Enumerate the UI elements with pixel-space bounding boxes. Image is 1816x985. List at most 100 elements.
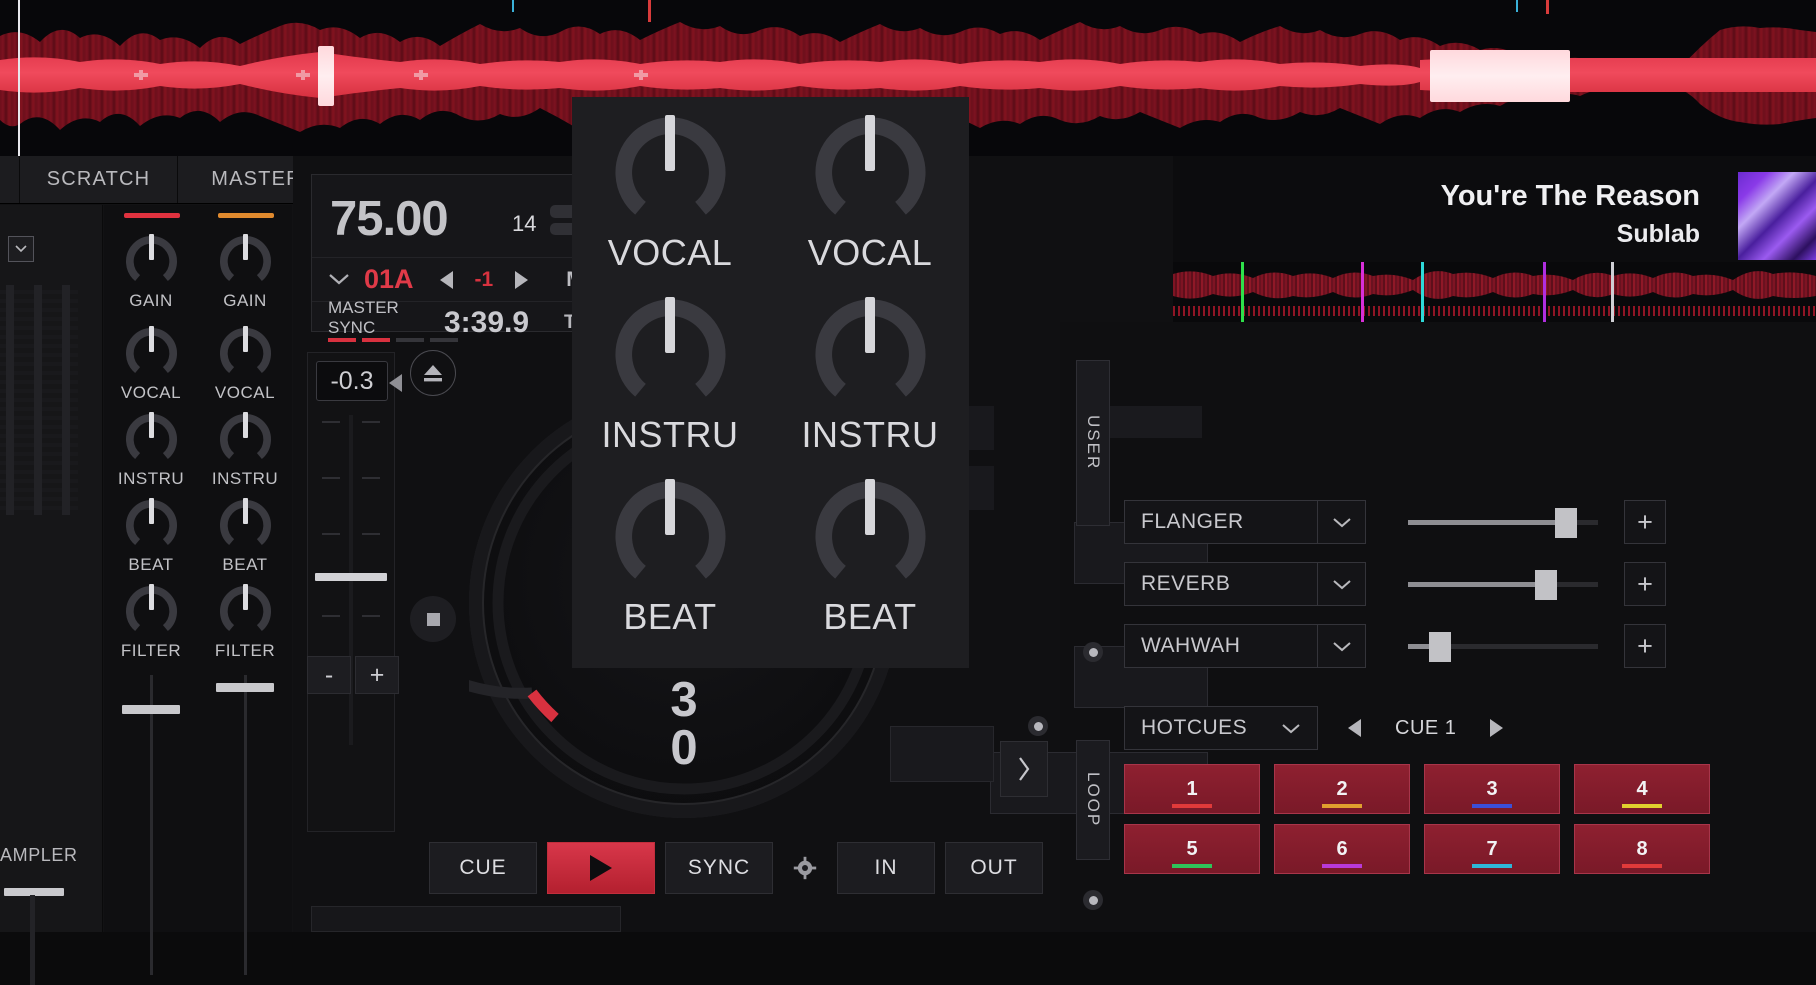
pad-label: 6 — [1336, 837, 1348, 860]
pitch-readout[interactable]: -0.3 — [316, 361, 388, 401]
bpm-value[interactable]: 75.00 — [330, 191, 449, 247]
knob-body[interactable] — [217, 233, 274, 290]
cue-bank-prev-button[interactable] — [1348, 719, 1361, 737]
eject-button[interactable] — [410, 350, 456, 396]
pad-mode-chevron[interactable] — [1281, 723, 1301, 734]
sync-button[interactable]: SYNC — [665, 842, 773, 894]
deck-b-waveform[interactable] — [1173, 262, 1816, 322]
fx-slot-3-select[interactable]: WAHWAH — [1124, 624, 1318, 668]
knob-instru-a[interactable]: INSTRU — [104, 411, 198, 499]
level-meter-grid — [0, 285, 78, 515]
fx-slot-2-chevron[interactable] — [1318, 562, 1366, 606]
hotcue-pad[interactable]: 2 — [1274, 764, 1410, 814]
loop-size-display[interactable] — [890, 726, 994, 782]
hotcue-pad[interactable]: 3 — [1424, 764, 1560, 814]
loop-out-button[interactable]: OUT — [945, 842, 1043, 894]
overlay-knob-beat-left[interactable]: BEAT — [590, 475, 750, 638]
loop-in-button[interactable]: IN — [837, 842, 935, 894]
knob-body[interactable] — [609, 111, 732, 234]
knob-body[interactable] — [123, 497, 180, 554]
overlay-knob-vocal-right[interactable]: VOCAL — [790, 111, 950, 274]
fx-slot-radio[interactable] — [1028, 716, 1048, 736]
pitch-minus-button[interactable]: - — [307, 656, 351, 694]
fx-slot-1-chevron[interactable] — [1318, 500, 1366, 544]
hotcue-pad[interactable]: 6 — [1274, 824, 1410, 874]
stop-button[interactable] — [410, 596, 456, 642]
knob-vocal-a[interactable]: VOCAL — [104, 325, 198, 413]
fx-user-radio[interactable] — [1083, 642, 1103, 662]
overlay-knob-instru-right[interactable]: INSTRU — [790, 293, 950, 456]
fx-slot-2-add-button[interactable]: + — [1624, 562, 1666, 606]
knob-label: FILTER — [120, 641, 182, 660]
channel-a-fader-track[interactable] — [150, 675, 153, 975]
deck-settings-button[interactable] — [783, 842, 827, 894]
knob-filter-a[interactable]: FILTER — [104, 583, 198, 671]
knob-body[interactable] — [217, 411, 274, 468]
overlay-knob-instru-left[interactable]: INSTRU — [590, 293, 750, 456]
fx-slot-3-amount-slider[interactable] — [1408, 624, 1598, 668]
hotcue-pad[interactable]: 7 — [1424, 824, 1560, 874]
hotcue-pad[interactable]: 5 — [1124, 824, 1260, 874]
tab-scratch[interactable]: SCRATCH — [20, 156, 178, 203]
key-down-button[interactable] — [439, 270, 453, 289]
knob-body[interactable] — [809, 293, 932, 416]
knob-body[interactable] — [123, 325, 180, 382]
channel-b-fader-cap[interactable] — [216, 683, 274, 692]
sampler-volume-track[interactable] — [30, 895, 35, 985]
knob-beat-b[interactable]: BEAT — [198, 497, 292, 585]
play-button[interactable] — [547, 842, 655, 894]
fx-slot-1-add-button[interactable]: + — [1624, 500, 1666, 544]
knob-body[interactable] — [609, 475, 732, 598]
hotcue-pad[interactable]: 8 — [1574, 824, 1710, 874]
knob-body[interactable] — [217, 583, 274, 640]
knob-body[interactable] — [123, 583, 180, 640]
slider-cap[interactable] — [1535, 570, 1557, 600]
knob-body[interactable] — [609, 293, 732, 416]
fx-slot-3-add-button[interactable]: + — [1624, 624, 1666, 668]
knob-body[interactable] — [123, 411, 180, 468]
knob-vocal-b[interactable]: VOCAL — [198, 325, 292, 413]
knob-body[interactable] — [217, 325, 274, 382]
channel-a-fader-cap[interactable] — [122, 705, 180, 714]
fx-slot-1-select[interactable]: FLANGER — [1124, 500, 1318, 544]
knob-body[interactable] — [123, 233, 180, 290]
rail-dropdown-button[interactable] — [8, 236, 34, 262]
fx-slot-3-chevron[interactable] — [1318, 624, 1366, 668]
knob-instru-b[interactable]: INSTRU — [198, 411, 292, 499]
overlay-knob-beat-right[interactable]: BEAT — [790, 475, 950, 638]
pad-mode-select[interactable]: HOTCUES — [1124, 706, 1318, 750]
key-chevron-icon[interactable] — [328, 268, 350, 291]
fx-loop-tab[interactable]: LOOP — [1076, 740, 1110, 860]
album-artwork[interactable] — [1738, 172, 1816, 260]
knob-gain-a[interactable]: GAIN — [104, 233, 198, 321]
slider-cap[interactable] — [1555, 508, 1577, 538]
hotcue-pad[interactable]: 4 — [1574, 764, 1710, 814]
knob-body[interactable] — [809, 111, 932, 234]
cue-tick — [648, 0, 651, 22]
cue-button[interactable]: CUE — [429, 842, 537, 894]
fx-loop-radio[interactable] — [1083, 890, 1103, 910]
master-sync-button[interactable]: MASTER SYNC — [328, 298, 399, 338]
musical-key-value[interactable]: 01A — [364, 264, 414, 295]
hotcue-pad[interactable]: 1 — [1124, 764, 1260, 814]
knob-beat-a[interactable]: BEAT — [104, 497, 198, 585]
knob-body[interactable] — [217, 497, 274, 554]
fx-slot-2-select[interactable]: REVERB — [1124, 562, 1318, 606]
next-page-button[interactable] — [1000, 741, 1048, 797]
slider-cap[interactable] — [1429, 632, 1451, 662]
cue-bank-next-button[interactable] — [1490, 719, 1504, 737]
knob-gain-b[interactable]: GAIN — [198, 233, 292, 321]
knob-filter-b[interactable]: FILTER — [198, 583, 292, 671]
fx-user-tab[interactable]: USER — [1076, 360, 1110, 526]
key-up-button[interactable] — [515, 270, 529, 289]
fx-slot-2-amount-slider[interactable] — [1408, 562, 1598, 606]
tab-spacer — [0, 156, 20, 203]
channel-b-fader-track[interactable] — [244, 675, 247, 975]
elapsed-time[interactable]: 3:39.9 — [444, 306, 529, 340]
pitch-fader-cap[interactable] — [315, 573, 387, 581]
overlay-knob-vocal-left[interactable]: VOCAL — [590, 111, 750, 274]
pitch-plus-button[interactable]: + — [355, 656, 399, 694]
fx-slot-1-amount-slider[interactable] — [1408, 500, 1598, 544]
knob-body[interactable] — [809, 475, 932, 598]
knob-pointer — [242, 498, 248, 524]
